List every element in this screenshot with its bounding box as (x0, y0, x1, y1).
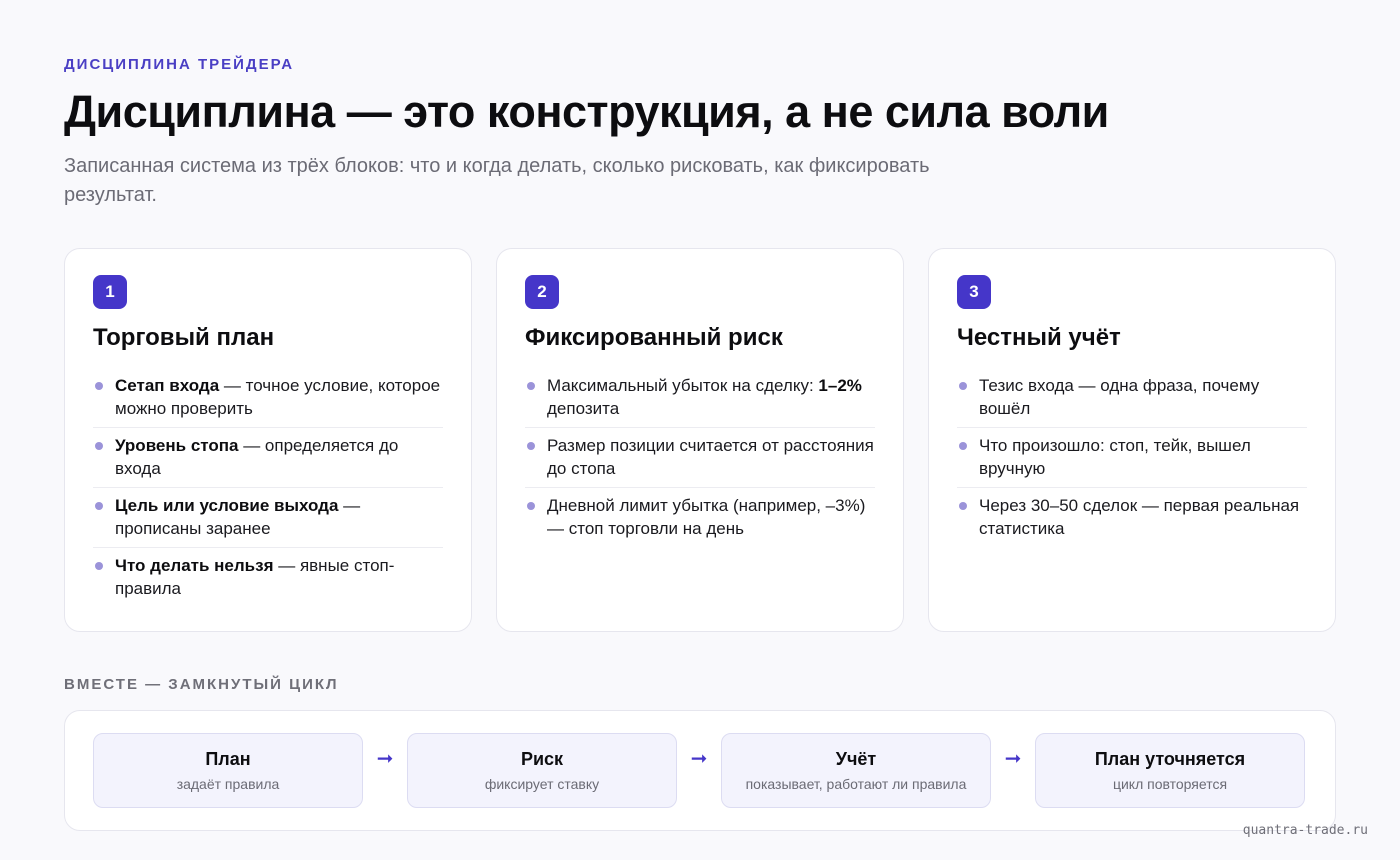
card-number-badge: 1 (93, 275, 127, 309)
item-text: Дневной лимит убытка (например, –3%) — с… (547, 496, 866, 538)
cycle-section-label: ВМЕСТЕ — ЗАМКНУТЫЙ ЦИКЛ (64, 676, 339, 693)
card-item-list: Сетап входа — точное условие, которое мо… (93, 368, 443, 607)
step-title: План (205, 749, 251, 769)
bullet-dot-icon (959, 502, 967, 510)
bullet-dot-icon (95, 442, 103, 450)
item-bold: Сетап входа (115, 376, 220, 395)
card-title: Честный учёт (957, 324, 1121, 351)
step-subtitle: задаёт правила (176, 776, 280, 792)
step-title: Учёт (835, 749, 877, 769)
bullet-dot-icon (959, 382, 967, 390)
list-item: Сетап входа — точное условие, которое мо… (93, 368, 443, 428)
item-text-pre: Максимальный убыток на сделку: (547, 376, 819, 395)
step-subtitle: фиксирует ставку (484, 776, 600, 792)
card-honest-log: 3 Честный учёт Тезис входа — одна фраза,… (928, 248, 1336, 632)
list-item: Максимальный убыток на сделку: 1–2% депо… (525, 368, 875, 428)
list-item: Через 30–50 сделок — первая реальная ста… (957, 488, 1307, 547)
item-bold: Что делать нельзя (115, 556, 274, 575)
bullet-dot-icon (527, 502, 535, 510)
item-bold: Уровень стопа (115, 436, 239, 455)
list-item: Размер позиции считается от расстояния д… (525, 428, 875, 488)
cycle-step-plan: План задаёт правила (93, 733, 363, 808)
bullet-dot-icon (95, 502, 103, 510)
item-text: Что произошло: стоп, тейк, вышел вручную (979, 436, 1251, 478)
site-footer-link[interactable]: quantra-trade.ru (1243, 823, 1368, 838)
card-fixed-risk: 2 Фиксированный риск Максимальный убыток… (496, 248, 904, 632)
cycle-step-risk: Риск фиксирует ставку (407, 733, 677, 808)
item-text: Тезис входа — одна фраза, почему вошёл (979, 376, 1260, 418)
list-item: Что произошло: стоп, тейк, вышел вручную (957, 428, 1307, 488)
arrow-right-icon: ➞ (376, 748, 394, 770)
cycle-step-plan-refine: План уточняется цикл повторяется (1035, 733, 1305, 808)
list-item: Что делать нельзя — явные стоп-правила (93, 548, 443, 607)
list-item: Тезис входа — одна фраза, почему вошёл (957, 368, 1307, 428)
card-trading-plan: 1 Торговый план Сетап входа — точное усл… (64, 248, 472, 632)
card-item-list: Максимальный убыток на сделку: 1–2% депо… (525, 368, 875, 547)
page-subtitle: Записанная система из трёх блоков: что и… (64, 155, 930, 206)
bullet-dot-icon (527, 382, 535, 390)
page-title: Дисциплина — это конструкция, а не сила … (64, 86, 1109, 137)
card-item-list: Тезис входа — одна фраза, почему вошёл Ч… (957, 368, 1307, 547)
card-title: Торговый план (93, 324, 275, 351)
bullet-dot-icon (95, 382, 103, 390)
item-text: Размер позиции считается от расстояния д… (547, 436, 874, 478)
list-item: Уровень стопа — определяется до входа (93, 428, 443, 488)
arrow-right-icon: ➞ (1004, 748, 1022, 770)
step-title: План уточняется (1094, 749, 1246, 769)
item-bold: 1–2% (818, 376, 862, 395)
bullet-dot-icon (95, 562, 103, 570)
step-subtitle: цикл повторяется (1112, 776, 1228, 792)
step-title: Риск (520, 749, 564, 769)
item-text: депозита (547, 399, 620, 418)
cycle-step-log: Учёт показывает, работают ли правила (721, 733, 991, 808)
step-subtitle: показывает, работают ли правила (745, 776, 967, 792)
item-text: Через 30–50 сделок — первая реальная ста… (979, 496, 1300, 538)
cycle-panel: План задаёт правила ➞ Риск фиксирует ста… (64, 710, 1336, 831)
list-item: Цель или условие выхода — прописаны зара… (93, 488, 443, 548)
item-bold: Цель или условие выхода (115, 496, 339, 515)
bullet-dot-icon (959, 442, 967, 450)
card-title: Фиксированный риск (525, 324, 783, 351)
card-number-badge: 2 (525, 275, 559, 309)
list-item: Дневной лимит убытка (например, –3%) — с… (525, 488, 875, 547)
arrow-right-icon: ➞ (690, 748, 708, 770)
bullet-dot-icon (527, 442, 535, 450)
cards-row: 1 Торговый план Сетап входа — точное усл… (64, 248, 1336, 632)
eyebrow-label: ДИСЦИПЛИНА ТРЕЙДЕРА (64, 56, 295, 73)
card-number-badge: 3 (957, 275, 991, 309)
